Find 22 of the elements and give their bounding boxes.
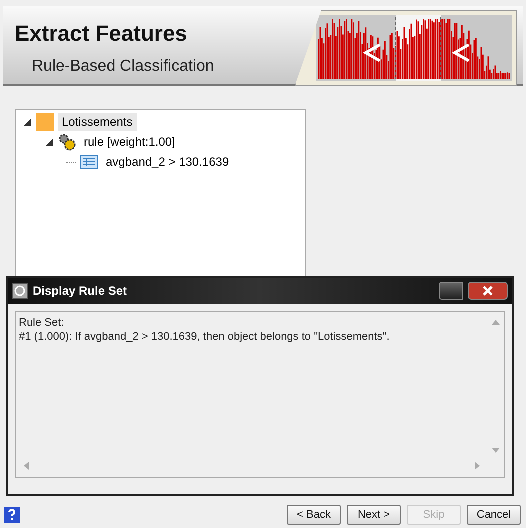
table-icon xyxy=(80,155,98,169)
minimize-button[interactable] xyxy=(439,282,463,300)
help-icon[interactable] xyxy=(4,507,20,523)
wizard-button[interactable]: < Back xyxy=(287,505,341,525)
close-icon[interactable] xyxy=(468,282,508,300)
expander-icon[interactable] xyxy=(44,138,54,146)
tree-item[interactable]: rule [weight:1.00] xyxy=(80,133,180,151)
square-icon xyxy=(36,113,54,131)
rule-set-line: Rule Set: xyxy=(19,316,64,330)
tree-item[interactable]: avgband_2 > 130.1639 xyxy=(102,153,234,171)
wizard-button[interactable]: Next > xyxy=(347,505,401,525)
header-subtitle: Rule-Based Classification xyxy=(31,57,214,77)
wizard-button[interactable]: Cancel xyxy=(467,505,521,525)
app-icon xyxy=(12,283,28,299)
rule-set-line: #1 (1.000): If avgband_2 > 130.1639, then object belongs to "Lotissements". xyxy=(19,330,390,344)
gears-icon xyxy=(58,133,76,151)
tree-item[interactable]: Lotissements xyxy=(58,113,137,131)
header-title: Extract Features xyxy=(15,20,188,48)
expander-icon[interactable] xyxy=(22,118,32,126)
less-than-icon xyxy=(452,44,470,62)
dialog-title: Display Rule Set xyxy=(33,283,128,300)
less-than-icon xyxy=(362,44,381,62)
